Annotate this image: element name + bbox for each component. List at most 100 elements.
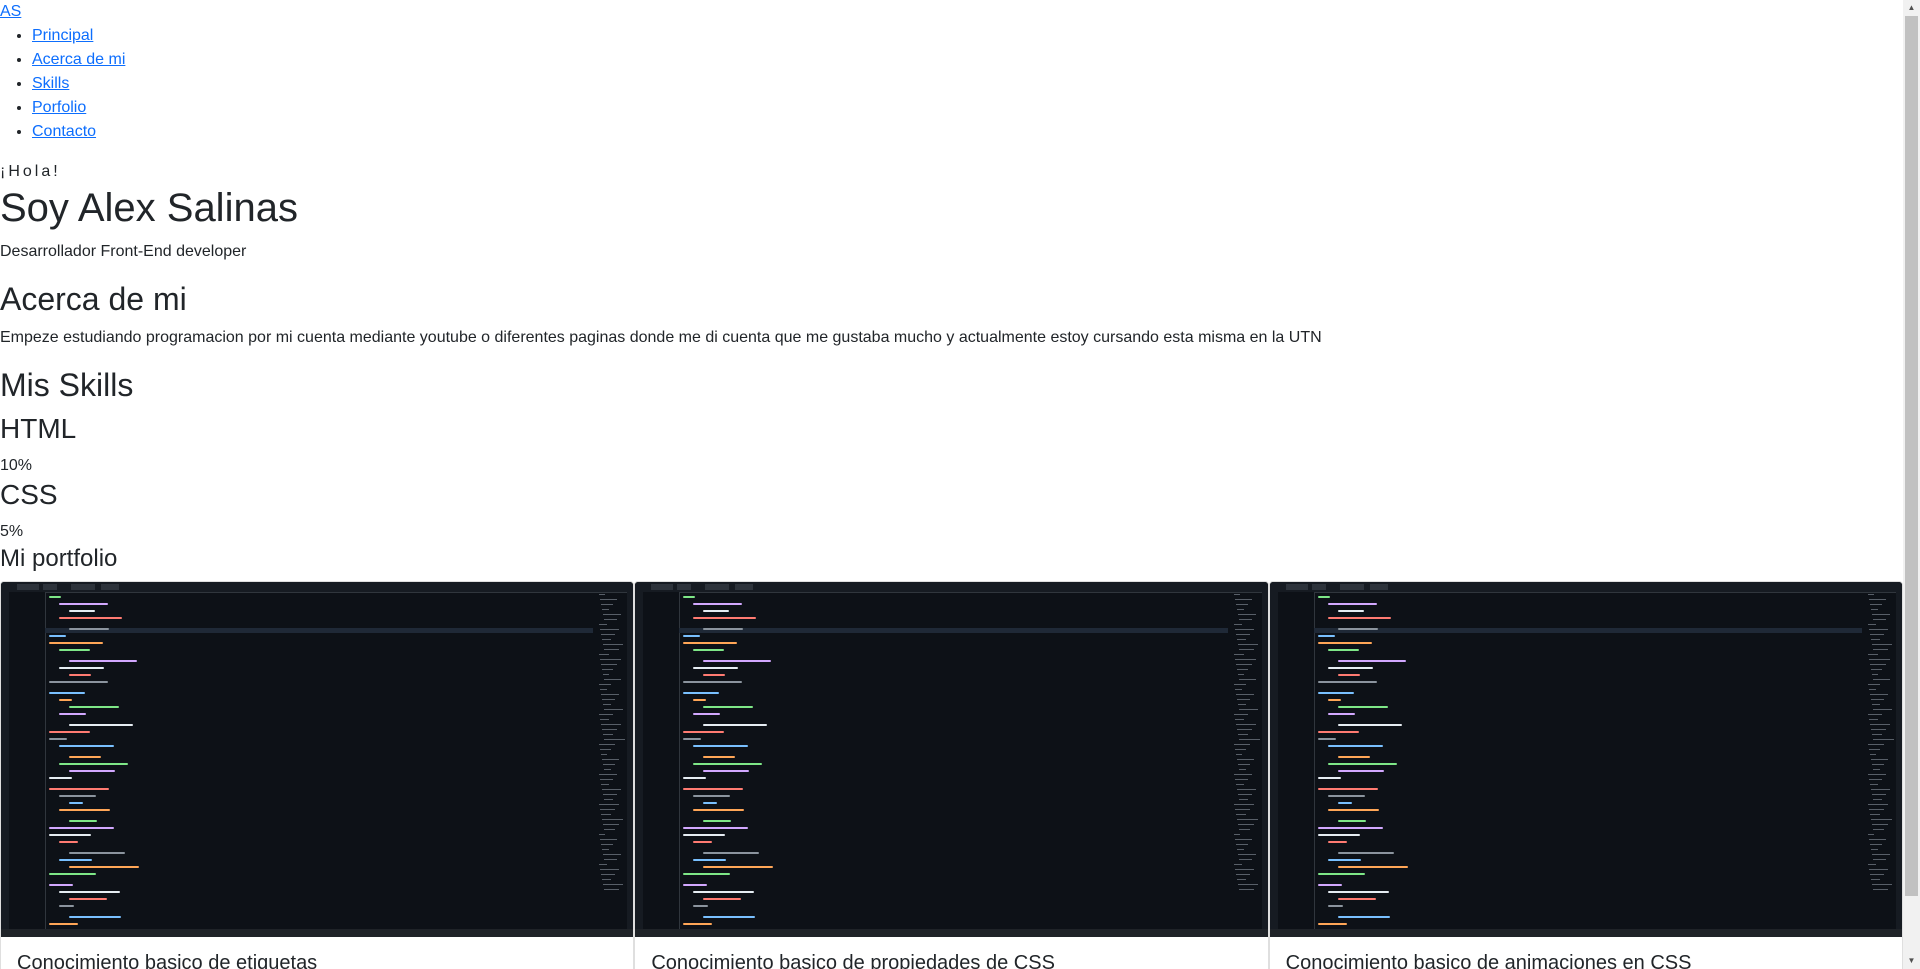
portfolio-card[interactable]: Conocimiento basico de animaciones en CS… — [1268, 581, 1903, 969]
code-line — [683, 692, 720, 694]
code-line — [59, 745, 114, 747]
code-line — [69, 674, 91, 676]
code-screenshot-image — [1269, 582, 1902, 937]
minimap-line — [1238, 649, 1254, 650]
minimap-line — [1868, 749, 1880, 750]
code-line — [1327, 891, 1389, 893]
minimap-line — [604, 889, 620, 890]
nav-link-contacto[interactable]: Contacto — [32, 123, 96, 140]
code-line — [49, 923, 78, 925]
portfolio-card[interactable]: Conocimiento basico de etiquetas — [0, 581, 635, 969]
scrollbar-thumb[interactable] — [1905, 16, 1918, 896]
portfolio-card[interactable]: Conocimiento basico de propiedades de CS… — [634, 581, 1269, 969]
code-line — [59, 859, 92, 861]
editor-minimap — [1867, 594, 1894, 925]
minimap-line — [604, 769, 612, 770]
editor-editor — [45, 592, 594, 929]
minimap-line — [1868, 629, 1888, 630]
nav-link-principal[interactable]: Principal — [32, 27, 93, 44]
minimap-line — [1869, 844, 1882, 845]
code-line — [49, 635, 66, 637]
code-line — [49, 788, 109, 790]
minimap-line — [1237, 884, 1258, 885]
code-line — [1317, 788, 1378, 790]
code-line — [703, 852, 760, 854]
code-line — [1327, 809, 1379, 811]
minimap-line — [1867, 714, 1882, 715]
code-line — [683, 884, 708, 886]
code-line — [1327, 745, 1383, 747]
minimap-line — [1870, 789, 1890, 790]
minimap-line — [1235, 784, 1244, 785]
code-line — [69, 852, 125, 854]
code-line — [703, 820, 732, 822]
minimap-line — [1237, 704, 1246, 705]
minimap-line — [1871, 674, 1878, 675]
minimap-line — [600, 689, 608, 690]
minimap-line — [1868, 779, 1882, 780]
minimap-line — [1870, 639, 1880, 640]
scroll-down-arrow-icon[interactable]: ▼ — [1903, 953, 1920, 969]
editor-scroll — [627, 592, 634, 929]
card-title: Conocimiento basico de animaciones en CS… — [1285, 952, 1692, 969]
editor-tab — [1311, 584, 1326, 590]
minimap-line — [1870, 759, 1888, 760]
minimap-line — [601, 814, 612, 815]
minimap-line — [601, 694, 620, 695]
minimap-line — [604, 799, 614, 800]
minimap-line — [601, 664, 618, 665]
code-line — [693, 649, 725, 651]
minimap-line — [1872, 649, 1888, 650]
minimap-line — [600, 749, 612, 750]
editor-scroll — [1261, 592, 1268, 929]
minimap-line — [599, 594, 606, 595]
minimap-line — [1868, 689, 1876, 690]
page-scrollbar[interactable]: ▲ ▼ — [1903, 0, 1920, 969]
editor-minimap — [1233, 594, 1260, 925]
skill-percent-css: 5% — [0, 523, 24, 540]
editor-explorer — [9, 592, 46, 929]
scroll-up-arrow-icon[interactable]: ▲ — [1903, 0, 1920, 16]
minimap-line — [1238, 829, 1250, 830]
nav-item-skills: Skills — [32, 72, 1903, 96]
code-line — [703, 610, 730, 612]
minimap-line — [1868, 659, 1890, 660]
code-line — [1317, 635, 1335, 637]
minimap-line — [1870, 609, 1878, 610]
code-line — [49, 681, 108, 683]
minimap-line — [601, 784, 610, 785]
code-line — [1337, 628, 1378, 630]
minimap-line — [1235, 844, 1248, 845]
code-line — [1317, 596, 1330, 598]
code-line — [69, 628, 109, 630]
nav-link-acerca[interactable]: Acerca de mi — [32, 51, 125, 68]
editor-activity — [1269, 592, 1278, 929]
minimap-line — [1233, 804, 1254, 805]
about-section: Acerca de mi Empeze estudiando programac… — [0, 280, 1903, 350]
hero-role: Desarrollador Front-End developer — [0, 243, 247, 260]
code-line — [683, 923, 713, 925]
minimap-line — [1233, 864, 1242, 865]
code-line — [703, 802, 718, 804]
code-line — [49, 596, 61, 598]
code-line — [69, 724, 133, 726]
code-line — [693, 617, 757, 619]
minimap-line — [600, 839, 618, 840]
nav-link-skills[interactable]: Skills — [32, 75, 69, 92]
brand-link[interactable]: AS — [0, 0, 21, 24]
minimap-line — [1234, 629, 1254, 630]
nav-link-porfolio[interactable]: Porfolio — [32, 99, 86, 116]
minimap-line — [603, 644, 624, 645]
code-line — [693, 713, 721, 715]
minimap-line — [603, 884, 624, 885]
minimap-line — [1868, 599, 1886, 600]
minimap-line — [1872, 679, 1890, 680]
minimap-line — [1868, 869, 1888, 870]
code-line — [49, 827, 114, 829]
code-line — [69, 660, 137, 662]
minimap-line — [1868, 719, 1878, 720]
minimap-line — [1234, 779, 1248, 780]
editor-taskbar — [1269, 929, 1902, 937]
skill-name-css: CSS — [0, 479, 58, 510]
card-body: Conocimiento basico de animaciones en CS… — [1270, 937, 1902, 969]
